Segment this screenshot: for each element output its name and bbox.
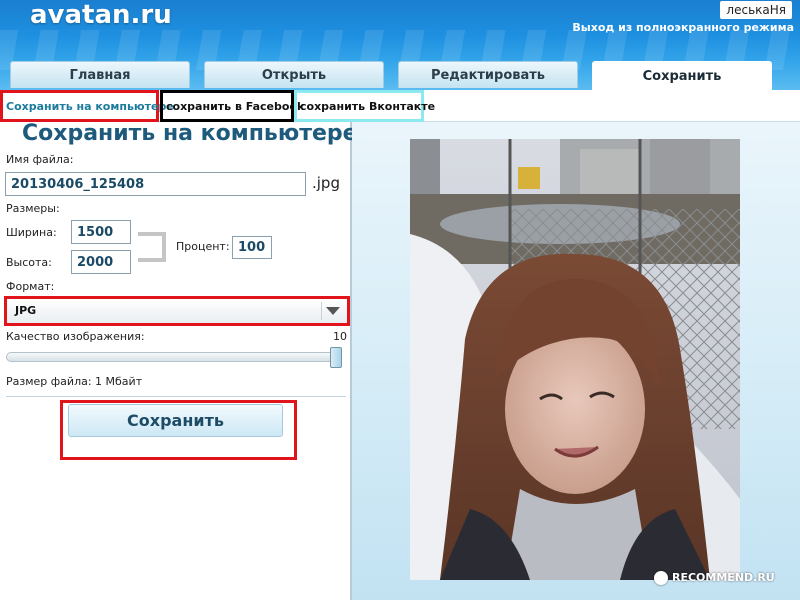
quality-slider-track[interactable] [6, 352, 342, 362]
save-button[interactable]: Сохранить [68, 404, 283, 437]
sizes-label: Размеры: [6, 202, 60, 215]
dropdown-arrow-icon[interactable] [321, 302, 343, 320]
filename-extension: .jpg [312, 174, 340, 192]
height-input[interactable]: 2000 [71, 250, 131, 274]
subtab-save-vkontakte[interactable]: сохранить Вконтакте [294, 90, 435, 122]
watermark-text: RECOMMEND.RU [672, 571, 775, 584]
tab-edit[interactable]: Редактировать [398, 61, 578, 88]
format-selected-value: JPG [15, 304, 37, 317]
width-label: Ширина: [6, 226, 57, 239]
height-label: Высота: [6, 256, 52, 269]
subtab-save-computer[interactable]: Сохранить на компьютере [0, 90, 174, 122]
percent-label: Процент: [176, 240, 230, 253]
percent-input[interactable]: 100 [232, 236, 272, 259]
recommend-logo-icon [654, 571, 668, 585]
quality-slider-thumb[interactable] [330, 347, 342, 368]
tab-save[interactable]: Сохранить [592, 61, 772, 90]
proportion-link-icon[interactable] [138, 232, 166, 262]
tab-home[interactable]: Главная [10, 61, 190, 88]
section-title: Сохранить на компьютере [22, 121, 358, 146]
format-select[interactable]: JPG [4, 296, 350, 326]
exit-fullscreen-link[interactable]: Выход из полноэкранного режима [572, 21, 794, 34]
site-logo[interactable]: avatan.ru [30, 0, 172, 30]
photo-preview [410, 139, 740, 580]
watermark: RECOMMEND.RU [654, 571, 775, 585]
divider [6, 396, 346, 397]
format-label: Формат: [6, 280, 55, 293]
width-input[interactable]: 1500 [71, 220, 131, 244]
quality-value: 10 [333, 330, 347, 343]
tab-open[interactable]: Открыть [204, 61, 384, 88]
quality-label: Качество изображения: [6, 330, 145, 343]
subtab-save-facebook[interactable]: сохранить в Facebook [160, 90, 304, 122]
filename-label: Имя файла: [6, 153, 74, 166]
user-name[interactable]: леськаНя [720, 1, 792, 19]
filesize-text: Размер файла: 1 Мбайт [6, 375, 143, 388]
filename-input[interactable]: 20130406_125408 [5, 172, 306, 196]
